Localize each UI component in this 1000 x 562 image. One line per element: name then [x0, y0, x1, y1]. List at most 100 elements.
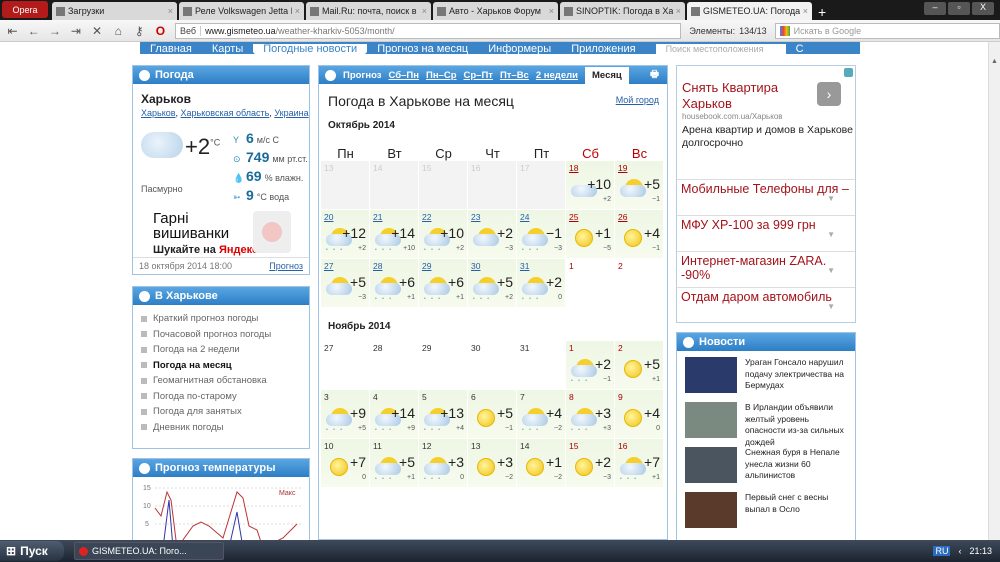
- back-icon[interactable]: ←: [27, 24, 40, 38]
- location-search-input[interactable]: Поиск местоположения: [655, 44, 786, 54]
- tab-close-icon[interactable]: ×: [295, 6, 300, 16]
- day-number[interactable]: 1: [569, 343, 574, 353]
- day-number[interactable]: 6: [471, 392, 476, 402]
- tab-close-icon[interactable]: ×: [676, 6, 681, 16]
- tab-wed-fri[interactable]: Ср–Пт: [464, 70, 493, 81]
- city-menu-item[interactable]: Погода по-старому: [141, 389, 301, 405]
- day-cell[interactable]: 18 +10 +2: [566, 161, 615, 210]
- day-number[interactable]: 10: [324, 441, 333, 451]
- day-number[interactable]: 26: [618, 212, 627, 222]
- language-indicator[interactable]: RU: [933, 546, 951, 556]
- news-item[interactable]: В Ирландии объявили желтый уровень опасн…: [685, 402, 847, 447]
- crumb-country[interactable]: Украина: [274, 108, 308, 118]
- day-cell[interactable]: 2 +5 +1: [615, 341, 664, 390]
- day-number[interactable]: 7: [520, 392, 525, 402]
- day-number[interactable]: 27: [324, 261, 333, 271]
- browser-tab[interactable]: Реле Volkswagen Jetta I... ×: [179, 2, 304, 20]
- tab-close-icon[interactable]: ×: [803, 6, 808, 16]
- nav-month[interactable]: Прогноз на месяц: [367, 44, 478, 54]
- day-cell[interactable]: 5 • • • +13 +4: [419, 390, 468, 439]
- day-cell[interactable]: 1 • • • +2 −1: [566, 341, 615, 390]
- city-menu-item[interactable]: Погода для занятых: [141, 404, 301, 420]
- google-search-input[interactable]: Искать в Google: [774, 22, 1000, 39]
- ad-image[interactable]: [253, 211, 291, 253]
- nav-maps[interactable]: Карты: [202, 44, 253, 54]
- day-cell[interactable]: 26 +4 −1: [615, 210, 664, 259]
- day-number[interactable]: 19: [618, 163, 627, 173]
- day-cell[interactable]: 20 • • • +12 +2: [321, 210, 370, 259]
- day-cell[interactable]: 31 • • • +2 0: [517, 259, 566, 308]
- day-number[interactable]: 5: [422, 392, 427, 402]
- crumb-region[interactable]: Харьковская область: [181, 108, 270, 118]
- chevron-down-icon[interactable]: ▼: [827, 264, 835, 278]
- new-tab-button[interactable]: +: [818, 4, 826, 20]
- chevron-down-icon[interactable]: ▼: [827, 192, 835, 206]
- day-cell[interactable]: 3 • • • +9 +5: [321, 390, 370, 439]
- day-cell[interactable]: 25 +1 −5: [566, 210, 615, 259]
- maximize-button[interactable]: ▫: [948, 2, 970, 15]
- day-cell[interactable]: 10 +7 0: [321, 439, 370, 488]
- day-cell[interactable]: 28 • • • +6 +1: [370, 259, 419, 308]
- day-cell[interactable]: 21 • • • +14 +10: [370, 210, 419, 259]
- my-city-link[interactable]: Мой город: [616, 95, 659, 105]
- day-number[interactable]: 4: [373, 392, 378, 402]
- day-cell[interactable]: 8 • • • +3 +3: [566, 390, 615, 439]
- yandex-ad[interactable]: Гарні вишиванки Шукайте на Яндексі: [153, 211, 261, 256]
- day-number[interactable]: 13: [471, 441, 480, 451]
- browser-tab[interactable]: Загрузки ×: [52, 2, 177, 20]
- nav-apps[interactable]: Приложения: [561, 44, 645, 54]
- city-menu-item[interactable]: Дневник погоды: [141, 420, 301, 436]
- day-cell[interactable]: 27 +5 −3: [321, 259, 370, 308]
- start-button[interactable]: ⊞ Пуск: [0, 541, 64, 561]
- scroll-up-icon[interactable]: ▲: [989, 58, 1000, 65]
- opera-icon[interactable]: O: [154, 24, 167, 38]
- city-menu-item[interactable]: Краткий прогноз погоды: [141, 311, 301, 327]
- day-number[interactable]: 21: [373, 212, 382, 222]
- day-number[interactable]: 8: [569, 392, 574, 402]
- nav-informers[interactable]: Информеры: [478, 44, 561, 54]
- nav-home[interactable]: Главная: [140, 44, 202, 54]
- minimize-button[interactable]: –: [924, 2, 946, 15]
- news-item[interactable]: Снежная буря в Непале унесла жизни 60 ал…: [685, 447, 847, 491]
- day-cell[interactable]: 16 • • • +7 +1: [615, 439, 664, 488]
- chevron-down-icon[interactable]: ▼: [827, 228, 835, 242]
- key-icon[interactable]: ⚷: [133, 24, 146, 38]
- day-number[interactable]: 30: [471, 261, 480, 271]
- opera-menu-button[interactable]: Opera: [2, 1, 48, 18]
- print-icon[interactable]: 🖶: [650, 67, 659, 83]
- ad-link[interactable]: Интернет-магазин ZARA. -90% ▼: [677, 251, 855, 287]
- day-number[interactable]: 11: [373, 441, 382, 451]
- home-icon[interactable]: ⌂: [112, 24, 125, 38]
- tab-fri-sun[interactable]: Пт–Вс: [500, 70, 529, 81]
- day-cell[interactable]: 30 • • • +5 +2: [468, 259, 517, 308]
- day-number[interactable]: 15: [569, 441, 578, 451]
- browser-tab[interactable]: Авто - Харьков Форум ×: [433, 2, 558, 20]
- ad-info-icon[interactable]: [844, 68, 853, 77]
- crumb-city[interactable]: Харьков: [141, 108, 176, 118]
- ad-main-title[interactable]: Снять Квартира Харьков: [682, 80, 812, 112]
- browser-tab[interactable]: SINOPTIK: Погода в Ха... ×: [560, 2, 685, 20]
- ad-go-button[interactable]: ›: [817, 82, 841, 106]
- stop-icon[interactable]: ✕: [91, 24, 104, 38]
- day-number[interactable]: 14: [520, 441, 529, 451]
- day-number[interactable]: 2: [618, 343, 623, 353]
- page-scrollbar[interactable]: ▲: [988, 42, 1000, 540]
- browser-tab[interactable]: GISMETEO.UA: Погода ... ×: [687, 2, 812, 20]
- day-cell[interactable]: 24 • • • −1 −3: [517, 210, 566, 259]
- tab-close-icon[interactable]: ×: [549, 6, 554, 16]
- news-thumbnail[interactable]: [685, 447, 737, 483]
- day-number[interactable]: 31: [520, 261, 529, 271]
- rewind-icon[interactable]: ⇤: [6, 24, 19, 38]
- tab-close-icon[interactable]: ×: [168, 6, 173, 16]
- ad-link[interactable]: Мобильные Телефоны для – ▼: [677, 179, 855, 215]
- day-cell[interactable]: 23 +2 −3: [468, 210, 517, 259]
- day-cell[interactable]: 14 +1 −2: [517, 439, 566, 488]
- day-number[interactable]: 22: [422, 212, 431, 222]
- tray-expand-icon[interactable]: ‹: [958, 546, 961, 556]
- forward-icon[interactable]: →: [48, 24, 61, 38]
- day-number[interactable]: 28: [373, 261, 382, 271]
- city-menu-item[interactable]: Геомагнитная обстановка: [141, 373, 301, 389]
- day-cell[interactable]: 22 • • • +10 +2: [419, 210, 468, 259]
- browser-tab[interactable]: Mail.Ru: почта, поиск в ... ×: [306, 2, 431, 20]
- address-bar[interactable]: Веб www.gismeteo.ua/weather-kharkiv-5053…: [175, 22, 682, 39]
